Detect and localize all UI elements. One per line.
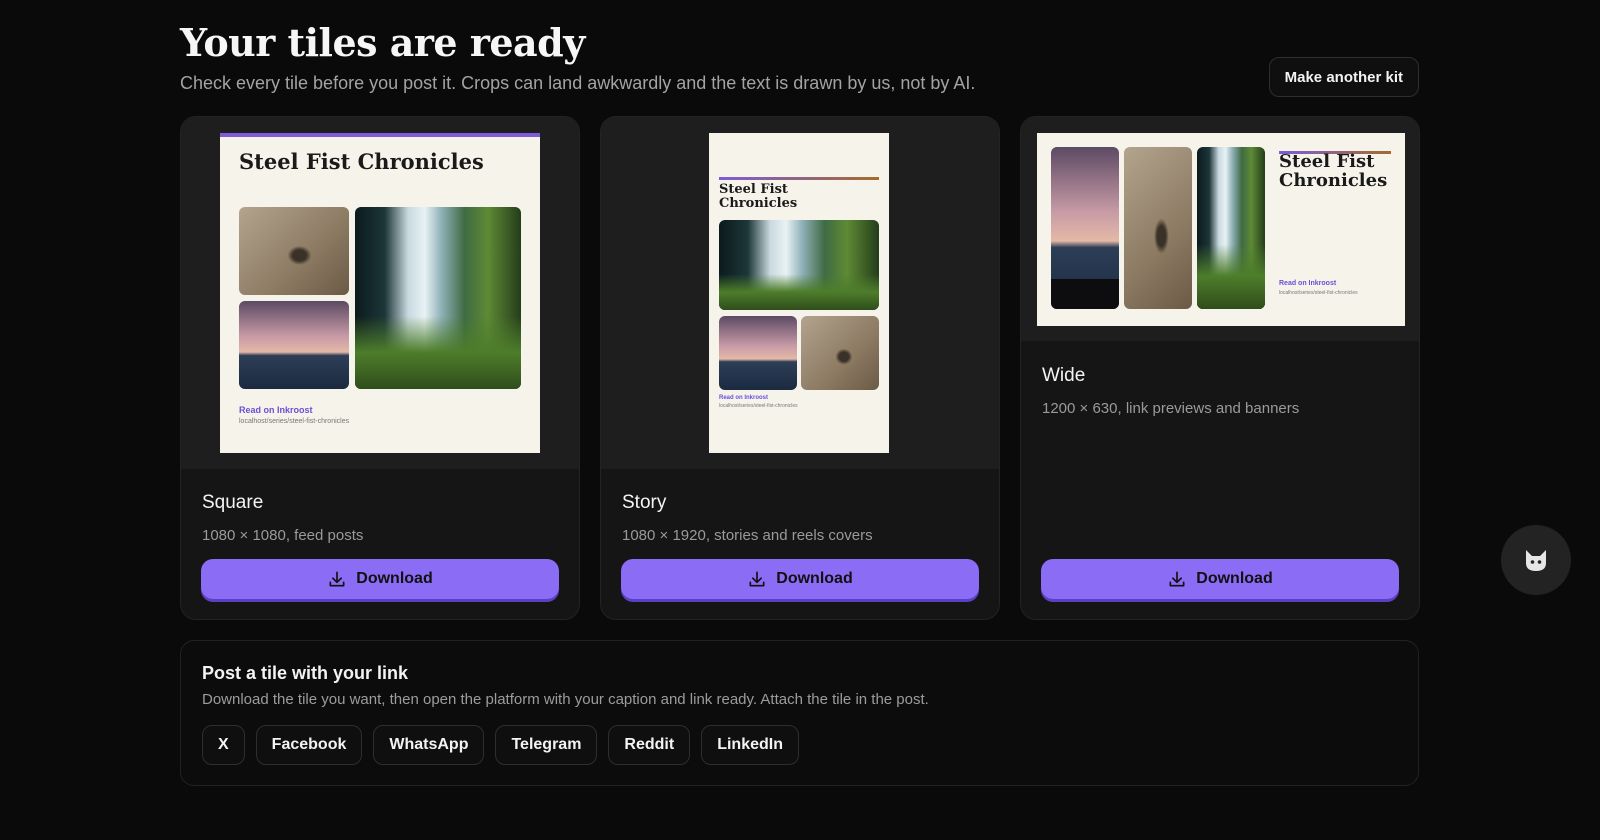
wide-tile-image: Steel Fist Chronicles Read on Inkroost l… xyxy=(1037,133,1405,326)
download-label: Download xyxy=(1196,570,1273,587)
platform-button-telegram[interactable]: Telegram xyxy=(495,725,598,765)
preview-link: Read on Inkroost xyxy=(1279,280,1337,287)
download-button-square[interactable]: Download xyxy=(201,559,559,599)
download-icon xyxy=(329,571,345,587)
preview-accent-bar xyxy=(719,177,879,180)
page-subtitle: Check every tile before you post it. Cro… xyxy=(180,73,976,93)
download-label: Download xyxy=(356,570,433,587)
tile-description: 1080 × 1080, feed posts xyxy=(202,527,364,544)
preview-url: localhost/series/steel-fist-chronicles xyxy=(1279,290,1358,296)
tile-preview-square: Steel Fist Chronicles Read on Inkroost l… xyxy=(181,117,579,469)
preview-photo-waterfall xyxy=(719,220,879,310)
tile-card-wide: Steel Fist Chronicles Read on Inkroost l… xyxy=(1020,116,1420,620)
tile-description: 1200 × 630, link previews and banners xyxy=(1042,400,1300,417)
preview-link: Read on Inkroost xyxy=(719,395,769,401)
tile-name: Square xyxy=(202,492,264,513)
page: Your tiles are ready Check every tile be… xyxy=(180,0,1420,786)
preview-title: Steel Fist Chronicles xyxy=(1279,151,1388,191)
preview-photo-waterfall xyxy=(1197,147,1265,309)
tile-card-story: Steel Fist Chronicles Read on Inkroost l… xyxy=(600,116,1000,620)
preview-title: Steel Fist Chronicles xyxy=(239,149,484,174)
post-section: Post a tile with your link Download the … xyxy=(180,640,1419,786)
platform-button-x[interactable]: X xyxy=(202,725,245,765)
preview-photo-sand xyxy=(239,207,349,295)
preview-photo-dusk xyxy=(719,316,797,390)
download-icon xyxy=(749,571,765,587)
download-label: Download xyxy=(776,570,853,587)
preview-photo-waterfall xyxy=(355,207,521,389)
tile-name: Wide xyxy=(1042,365,1086,386)
download-button-story[interactable]: Download xyxy=(621,559,979,599)
preview-photo-dusk xyxy=(239,301,349,389)
platform-button-reddit[interactable]: Reddit xyxy=(608,725,691,765)
download-button-wide[interactable]: Download xyxy=(1041,559,1399,599)
tile-preview-story: Steel Fist Chronicles Read on Inkroost l… xyxy=(601,117,999,469)
download-icon xyxy=(1169,571,1185,587)
preview-photo-sand xyxy=(1124,147,1192,309)
preview-photo-sand xyxy=(801,316,879,390)
preview-title: Steel Fist Chronicles xyxy=(719,182,798,211)
story-tile-image: Steel Fist Chronicles Read on Inkroost l… xyxy=(709,133,889,453)
square-tile-image: Steel Fist Chronicles Read on Inkroost l… xyxy=(220,133,540,453)
platform-button-facebook[interactable]: Facebook xyxy=(255,725,363,765)
tile-card-square: Steel Fist Chronicles Read on Inkroost l… xyxy=(180,116,580,620)
platform-button-linkedin[interactable]: LinkedIn xyxy=(701,725,799,765)
platform-list: X Facebook WhatsApp Telegram Reddit Link… xyxy=(202,725,799,765)
preview-link: Read on Inkroost xyxy=(239,405,313,415)
preview-photo-dusk xyxy=(1051,147,1119,309)
preview-url: localhost/series/steel-fist-chronicles xyxy=(719,403,798,409)
tile-list: Steel Fist Chronicles Read on Inkroost l… xyxy=(180,116,1420,620)
tile-description: 1080 × 1920, stories and reels covers xyxy=(622,527,873,544)
preview-url: localhost/series/steel-fist-chronicles xyxy=(239,418,350,425)
cat-icon xyxy=(1526,550,1546,571)
header: Your tiles are ready Check every tile be… xyxy=(180,0,1419,116)
post-section-description: Download the tile you want, then open th… xyxy=(202,691,929,708)
tile-preview-wide: Steel Fist Chronicles Read on Inkroost l… xyxy=(1021,117,1419,341)
make-another-kit-button[interactable]: Make another kit xyxy=(1268,57,1419,97)
tile-name: Story xyxy=(622,492,667,513)
page-title: Your tiles are ready xyxy=(180,20,585,65)
post-section-title: Post a tile with your link xyxy=(202,663,409,683)
assistant-button[interactable] xyxy=(1501,525,1571,595)
platform-button-whatsapp[interactable]: WhatsApp xyxy=(373,725,485,765)
